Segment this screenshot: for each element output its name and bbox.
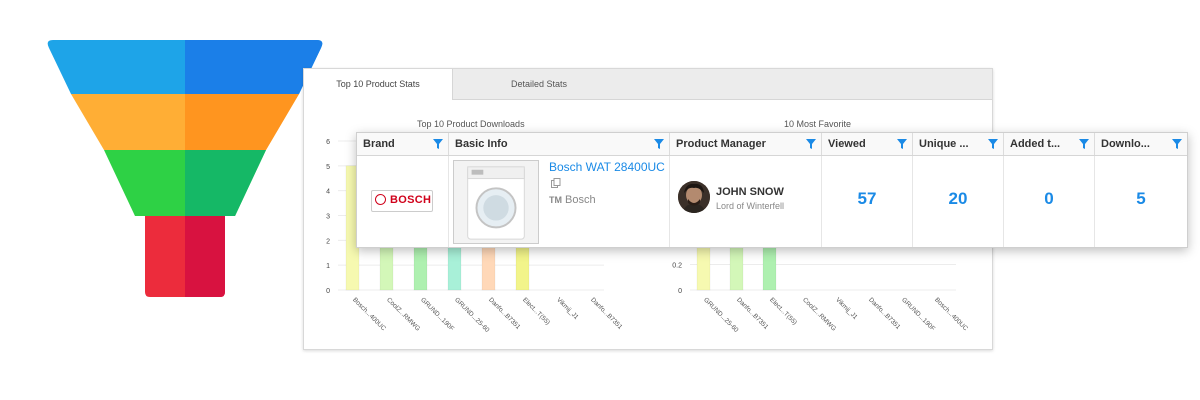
x-tick-label: GRUND...25-60 — [453, 296, 491, 334]
x-tick-label: Danfo...B7351 — [487, 296, 522, 331]
y-tick-label: 2 — [326, 238, 330, 245]
y-tick-label: 4 — [326, 189, 330, 196]
col-product-manager[interactable]: Product Manager — [670, 133, 822, 155]
table-row[interactable]: BOSCH Bosch WAT 28400UC TM Bosch JOHN SN… — [357, 156, 1187, 247]
y-tick-label: 5 — [326, 164, 330, 171]
funnel-logo-icon — [47, 40, 323, 297]
x-tick-label: CoolZ...RMWG — [385, 296, 421, 332]
filter-icon[interactable] — [654, 139, 664, 149]
x-tick-label: Elect...T(55) — [521, 296, 551, 326]
x-tick-label: CoolZ...RMWG — [801, 296, 837, 332]
filter-icon[interactable] — [806, 139, 816, 149]
y-tick-label: 0 — [678, 288, 682, 295]
washing-machine-image — [453, 160, 539, 244]
y-tick-label: 3 — [326, 214, 330, 221]
x-tick-label: Vikmij_J1 — [555, 296, 580, 321]
added-cell: 0 — [1004, 156, 1095, 247]
x-tick-label: Danfo...B7351 — [589, 296, 624, 331]
brand-subtitle-text: Bosch — [565, 194, 596, 206]
brand-subtitle: TM Bosch — [549, 194, 596, 206]
col-downloads-label: Downlo... — [1101, 138, 1150, 150]
product-name-link[interactable]: Bosch WAT 28400UC — [549, 160, 665, 174]
col-added-label: Added t... — [1010, 138, 1061, 150]
bosch-logo: BOSCH — [371, 190, 433, 212]
col-unique-label: Unique ... — [919, 138, 969, 150]
bosch-logo-text: BOSCH — [390, 194, 432, 206]
col-added[interactable]: Added t... — [1004, 133, 1095, 155]
col-brand[interactable]: Brand — [357, 133, 449, 155]
filter-icon[interactable] — [1172, 139, 1182, 149]
col-product-manager-label: Product Manager — [676, 138, 766, 150]
x-tick-label: Danfo...B7351 — [735, 296, 770, 331]
added-value[interactable]: 0 — [1004, 189, 1094, 209]
downloads-cell: 5 — [1095, 156, 1187, 247]
x-tick-label: Vikmij_J1 — [834, 296, 859, 321]
x-tick-label: GRUND...190F — [419, 296, 455, 332]
product-manager-cell: JOHN SNOW Lord of Winterfell — [670, 156, 822, 247]
y-tick-label: 1 — [326, 263, 330, 270]
y-tick-label: 6 — [326, 139, 330, 146]
col-basic-info-label: Basic Info — [455, 138, 508, 150]
table-header: Brand Basic Info Product Manager Viewed … — [357, 133, 1187, 156]
unique-cell: 20 — [913, 156, 1004, 247]
viewed-cell: 57 — [822, 156, 913, 247]
filter-icon[interactable] — [1079, 139, 1089, 149]
y-tick-label: 0 — [326, 288, 330, 295]
avatar — [678, 181, 710, 213]
col-basic-info[interactable]: Basic Info — [449, 133, 670, 155]
y-tick-label: 0.2 — [672, 263, 682, 270]
downloads-value[interactable]: 5 — [1095, 189, 1187, 209]
filter-icon[interactable] — [988, 139, 998, 149]
copy-icon[interactable] — [551, 178, 561, 188]
product-table: Brand Basic Info Product Manager Viewed … — [356, 132, 1188, 248]
col-downloads[interactable]: Downlo... — [1095, 133, 1187, 155]
manager-name: JOHN SNOW — [716, 186, 784, 198]
x-tick-label: Bosch...400UC — [351, 296, 387, 332]
x-tick-label: Danfo...B7351 — [867, 296, 902, 331]
trademark-prefix: TM — [549, 195, 562, 205]
x-tick-label: GRUND...190F — [900, 296, 936, 332]
col-brand-label: Brand — [363, 138, 395, 150]
filter-icon[interactable] — [897, 139, 907, 149]
unique-value[interactable]: 20 — [913, 189, 1003, 209]
col-viewed-label: Viewed — [828, 138, 866, 150]
x-tick-label: Bosch...400UC — [933, 296, 969, 332]
bosch-ring-icon — [375, 194, 386, 205]
col-viewed[interactable]: Viewed — [822, 133, 913, 155]
brand-cell: BOSCH — [357, 156, 449, 247]
basic-info-cell: Bosch WAT 28400UC TM Bosch — [449, 156, 670, 247]
col-unique[interactable]: Unique ... — [913, 133, 1004, 155]
x-tick-label: GRUND...25-60 — [702, 296, 740, 334]
viewed-value[interactable]: 57 — [822, 189, 912, 209]
manager-title: Lord of Winterfell — [716, 201, 785, 211]
x-tick-label: Elect...T(55) — [768, 296, 798, 326]
filter-icon[interactable] — [433, 139, 443, 149]
